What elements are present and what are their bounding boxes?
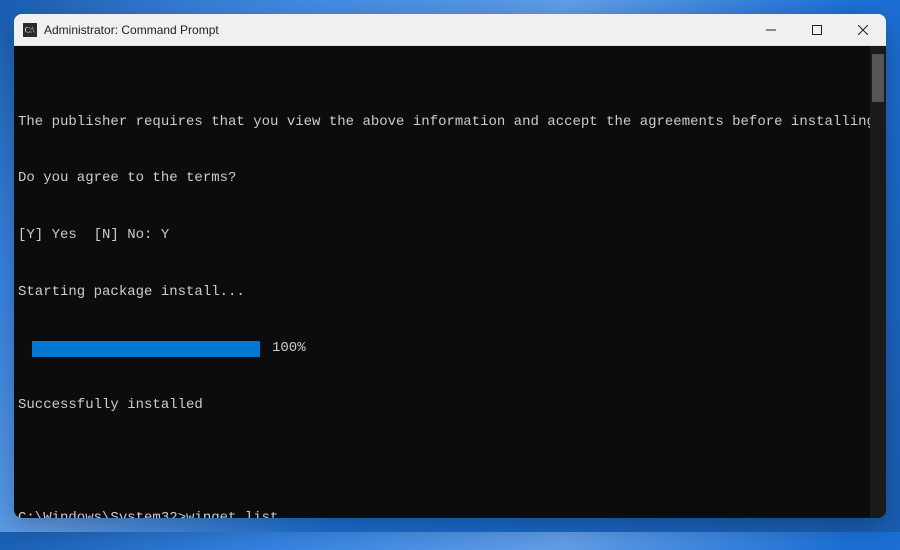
terminal-output[interactable]: The publisher requires that you view the… bbox=[14, 46, 886, 518]
maximize-button[interactable] bbox=[794, 14, 840, 46]
scrollbar-thumb[interactable] bbox=[872, 54, 884, 102]
window-controls bbox=[748, 14, 886, 46]
close-button[interactable] bbox=[840, 14, 886, 46]
progress-bar bbox=[32, 341, 260, 357]
output-line: The publisher requires that you view the… bbox=[18, 113, 882, 132]
window-title: Administrator: Command Prompt bbox=[44, 23, 219, 37]
output-line: [Y] Yes [N] No: Y bbox=[18, 226, 882, 245]
minimize-button[interactable] bbox=[748, 14, 794, 46]
typed-command: winget list bbox=[186, 510, 278, 518]
prompt-path: C:\Windows\System32> bbox=[18, 510, 186, 518]
progress-line: 100% bbox=[18, 339, 882, 358]
output-line: Successfully installed bbox=[18, 396, 882, 415]
output-line: Do you agree to the terms? bbox=[18, 169, 882, 188]
cmd-icon: C:\ bbox=[22, 22, 38, 38]
blank-line bbox=[18, 453, 882, 472]
command-prompt-window: C:\ Administrator: Command Prompt The pu… bbox=[14, 14, 886, 518]
scrollbar-track[interactable] bbox=[870, 46, 886, 518]
prompt-line: C:\Windows\System32>winget list bbox=[18, 509, 882, 518]
svg-text:C:\: C:\ bbox=[25, 25, 35, 34]
progress-percent: 100% bbox=[272, 339, 306, 358]
titlebar[interactable]: C:\ Administrator: Command Prompt bbox=[14, 14, 886, 46]
output-line: Starting package install... bbox=[18, 283, 882, 302]
